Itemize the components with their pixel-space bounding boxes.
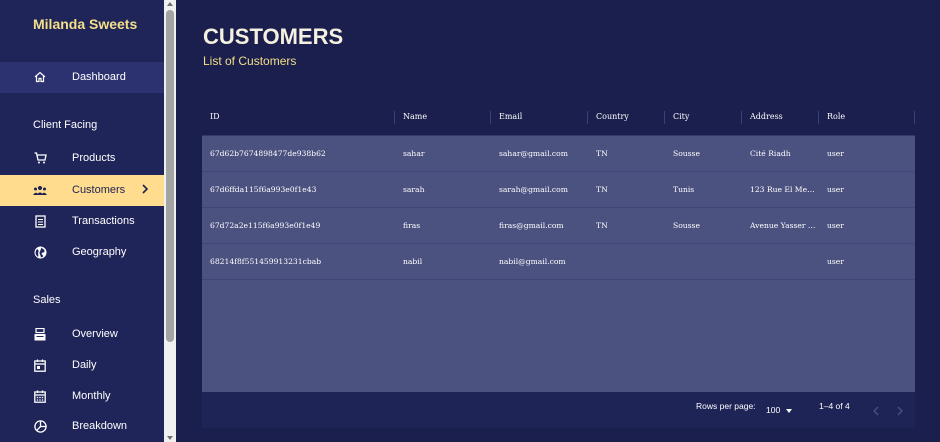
chevron-right-icon <box>141 183 151 197</box>
caret-down-icon <box>786 409 792 413</box>
pie-chart-icon <box>33 419 47 433</box>
cell-city: Sousse <box>673 221 700 230</box>
cell-role: user <box>827 149 844 158</box>
cell-country: TN <box>596 149 608 158</box>
table-row[interactable]: 67d62b7674898477de938b62 sahar sahar@gma… <box>202 136 915 172</box>
nav-label: Daily <box>72 359 97 371</box>
home-icon <box>33 70 47 84</box>
column-header-email[interactable]: Email <box>491 100 588 135</box>
cell-country: TN <box>596 221 608 230</box>
nav-label: Geography <box>72 246 127 258</box>
group-icon <box>33 183 47 197</box>
page-subtitle: List of Customers <box>203 54 297 68</box>
cell-id: 67d72a2e115f6a993e0f1e49 <box>210 221 321 230</box>
cell-id: 68214f8f551459913231cbab <box>210 257 322 266</box>
cell-address <box>742 244 819 280</box>
cell-address: Avenue Yasser … <box>750 221 816 230</box>
cell-name: sahar <box>403 149 425 158</box>
scrollbar-thumb[interactable] <box>166 10 174 342</box>
nav-label: Customers <box>72 184 126 196</box>
cell-role: user <box>827 221 844 230</box>
nav-label: Products <box>72 152 116 164</box>
cell-city: Sousse <box>673 149 700 158</box>
nav-item-products[interactable]: Products <box>0 143 164 174</box>
calendar-month-icon <box>33 389 47 403</box>
column-header-address[interactable]: Address <box>742 100 819 135</box>
cell-name: sarah <box>403 185 425 194</box>
column-header-name[interactable]: Name <box>395 100 491 135</box>
table-row[interactable]: 67d72a2e115f6a993e0f1e49 firas firas@gma… <box>202 208 915 244</box>
sidebar: Milanda Sweets Dashboard Client Facing P… <box>0 0 164 442</box>
chevron-left-icon <box>873 406 879 416</box>
receipt-icon <box>33 214 47 228</box>
nav-label: Overview <box>72 328 118 340</box>
chevron-right-icon <box>897 406 903 416</box>
nav-item-customers[interactable]: Customers <box>0 175 164 206</box>
scroll-up-arrow-icon[interactable] <box>167 2 173 6</box>
nav-item-overview[interactable]: Overview <box>0 319 164 350</box>
cart-icon <box>33 151 47 165</box>
cell-city: Tunis <box>673 185 695 194</box>
pagination-info: 1–4 of 4 <box>819 401 850 411</box>
cell-address: Cité Riadh <box>750 149 791 158</box>
cell-email: sahar@gmail.com <box>499 149 568 158</box>
nav-item-geography[interactable]: Geography <box>0 237 164 268</box>
globe-icon <box>33 245 47 259</box>
cell-role: user <box>827 257 844 266</box>
sidebar-scrollbar[interactable] <box>164 0 176 442</box>
previous-page-button[interactable] <box>870 404 882 418</box>
cell-city <box>665 244 742 280</box>
cell-email: sarah@gmail.com <box>499 185 568 194</box>
rows-per-page-select[interactable]: 100 <box>766 405 794 419</box>
table-row[interactable]: 68214f8f551459913231cbab nabil nabil@gma… <box>202 244 915 280</box>
cell-name: nabil <box>403 257 423 266</box>
rows-per-page-label: Rows per page: <box>696 401 756 411</box>
cell-address: 123 Rue El Me… <box>750 185 815 194</box>
main-content: CUSTOMERS List of Customers ID Name Emai… <box>176 0 940 442</box>
cell-name: firas <box>403 221 421 230</box>
table-footer: Rows per page: 100 1–4 of 4 <box>202 392 915 428</box>
column-header-country[interactable]: Country <box>588 100 665 135</box>
section-label-client-facing: Client Facing <box>33 119 98 131</box>
customers-table: ID Name Email Country City Address Role … <box>202 100 915 428</box>
rows-per-page-value: 100 <box>766 405 781 415</box>
cell-country: TN <box>596 185 608 194</box>
nav-label: Dashboard <box>72 71 126 83</box>
nav-item-dashboard[interactable]: Dashboard <box>0 62 164 93</box>
cell-id: 67d6ffda115f6a993e0f1e43 <box>210 185 317 194</box>
nav-label: Transactions <box>72 215 135 227</box>
cell-country <box>588 244 665 280</box>
cell-role: user <box>827 185 844 194</box>
nav-label: Monthly <box>72 390 111 402</box>
column-header-id[interactable]: ID <box>202 100 395 135</box>
calendar-day-icon <box>33 358 47 372</box>
nav-item-daily[interactable]: Daily <box>0 350 164 381</box>
next-page-button[interactable] <box>894 404 906 418</box>
brand-title: Milanda Sweets <box>33 16 138 32</box>
nav-label: Breakdown <box>72 420 128 432</box>
table-body: 67d62b7674898477de938b62 sahar sahar@gma… <box>202 136 915 392</box>
nav-item-transactions[interactable]: Transactions <box>0 206 164 237</box>
nav-item-breakdown[interactable]: Breakdown <box>0 411 164 442</box>
page-title: CUSTOMERS <box>203 24 344 49</box>
column-header-role[interactable]: Role <box>819 100 915 135</box>
point-of-sale-icon <box>33 327 47 341</box>
column-header-city[interactable]: City <box>665 100 742 135</box>
scroll-down-arrow-icon[interactable] <box>167 436 173 440</box>
cell-email: firas@gmail.com <box>499 221 564 230</box>
table-row[interactable]: 67d6ffda115f6a993e0f1e43 sarah sarah@gma… <box>202 172 915 208</box>
cell-id: 67d62b7674898477de938b62 <box>210 149 326 158</box>
cell-email: nabil@gmail.com <box>499 257 566 266</box>
section-label-sales: Sales <box>33 294 61 306</box>
table-header: ID Name Email Country City Address Role <box>202 100 915 136</box>
nav-item-monthly[interactable]: Monthly <box>0 381 164 412</box>
